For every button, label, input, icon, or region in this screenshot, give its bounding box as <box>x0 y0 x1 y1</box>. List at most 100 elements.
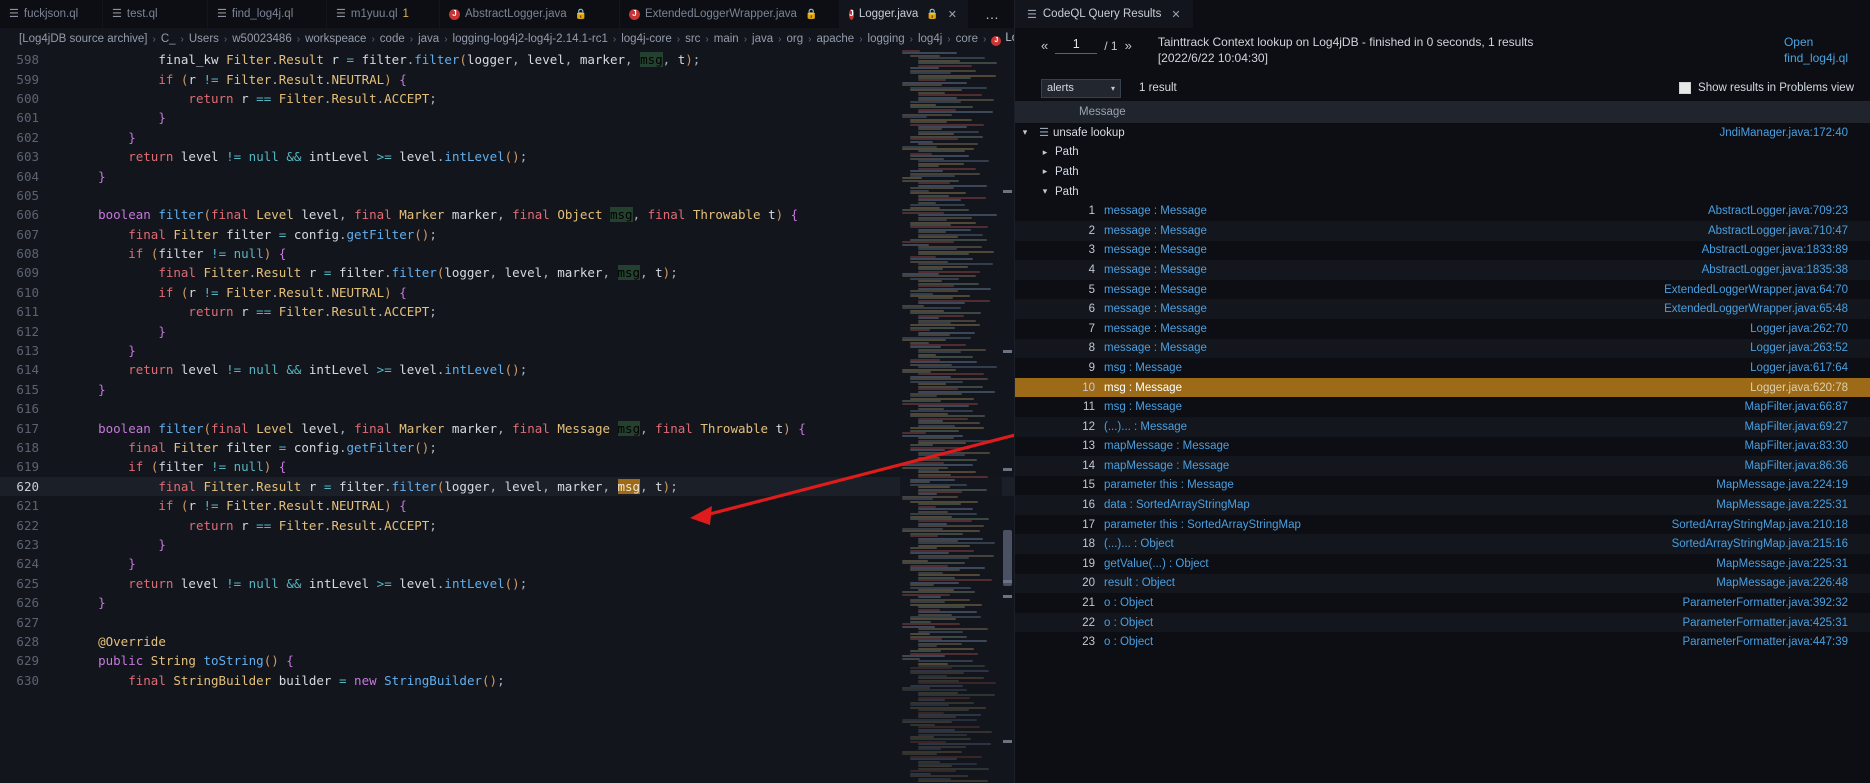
result-step-row[interactable]: 10 msg : Message Logger.java:620:78 <box>1015 377 1870 398</box>
step-location[interactable]: MapMessage.java:224:19 <box>1716 479 1870 491</box>
editor-actions-more[interactable]: … <box>971 0 1014 28</box>
code-line[interactable]: 606 boolean filter(final Level level, fi… <box>0 205 1014 224</box>
result-step-row[interactable]: 5 message : Message ExtendedLoggerWrapper.… <box>1015 280 1870 300</box>
code-content[interactable]: 598 final_kw Filter.Result r = filter.fi… <box>0 50 1014 783</box>
open-label[interactable]: Open <box>1784 34 1848 50</box>
code-line[interactable]: 627 <box>0 612 1014 631</box>
breadcrumb-item[interactable]: logging <box>868 33 905 45</box>
result-step-row[interactable]: 21 o : Object ParameterFormatter.java:392:… <box>1015 593 1870 613</box>
result-step-row[interactable]: 14 mapMessage : Message MapFilter.java:86:… <box>1015 456 1870 476</box>
result-step-row[interactable]: 11 msg : Message MapFilter.java:66:87 <box>1015 397 1870 417</box>
step-location[interactable]: Logger.java:262:70 <box>1750 323 1870 335</box>
result-path-row[interactable]: ▸ Path <box>1015 162 1870 182</box>
result-path-row[interactable]: ▾ Path <box>1015 182 1870 202</box>
code-line[interactable]: 617 boolean filter(final Level level, fi… <box>0 418 1014 437</box>
step-location[interactable]: AbstractLogger.java:710:47 <box>1708 225 1870 237</box>
breadcrumb-item[interactable]: apache <box>816 33 854 45</box>
step-location[interactable]: ExtendedLoggerWrapper.java:65:48 <box>1664 303 1870 315</box>
breadcrumb-item[interactable]: main <box>714 33 739 45</box>
code-line[interactable]: 600 return r == Filter.Result.ACCEPT; <box>0 89 1014 108</box>
result-alert-row[interactable]: ▾ ☰ unsafe lookup JndiManager.java:172:40 <box>1015 123 1870 143</box>
alert-location[interactable]: JndiManager.java:172:40 <box>1719 127 1870 139</box>
code-line[interactable]: 628 @Override <box>0 632 1014 651</box>
prev-page-button[interactable]: « <box>1041 38 1048 53</box>
code-line[interactable]: 624 } <box>0 554 1014 573</box>
result-step-row[interactable]: 4 message : Message AbstractLogger.java:18… <box>1015 260 1870 280</box>
step-location[interactable]: MapFilter.java:83:30 <box>1744 440 1870 452</box>
breadcrumb-item[interactable]: w50023486 <box>232 33 291 45</box>
code-line[interactable]: 629 public String toString() { <box>0 651 1014 670</box>
breadcrumb-item[interactable]: workspeace <box>305 33 366 45</box>
step-location[interactable]: MapMessage.java:225:31 <box>1716 558 1870 570</box>
open-file-name[interactable]: find_log4j.ql <box>1784 50 1848 66</box>
step-location[interactable]: MapMessage.java:226:48 <box>1716 577 1870 589</box>
chevron-right-icon[interactable]: ▸ <box>1035 147 1055 158</box>
code-line[interactable]: 610 if (r != Filter.Result.NEUTRAL) { <box>0 283 1014 302</box>
code-line[interactable]: 619 if (filter != null) { <box>0 457 1014 476</box>
result-step-row[interactable]: 15 parameter this : Message MapMessage.jav… <box>1015 476 1870 496</box>
step-location[interactable]: ParameterFormatter.java:392:32 <box>1682 597 1870 609</box>
chevron-down-icon[interactable]: ▾ <box>1035 186 1055 197</box>
breadcrumb-item[interactable]: log4j-core <box>621 33 672 45</box>
editor-tab-extendedloggerwrapper-java[interactable]: J ExtendedLoggerWrapper.java 🔒 <box>620 0 840 28</box>
breadcrumb[interactable]: [Log4jDB source archive] › C_ › Users › w50023… <box>0 28 1014 50</box>
step-location[interactable]: AbstractLogger.java:1833:89 <box>1702 244 1870 256</box>
editor-tab-fuckjson-ql[interactable]: ☰ fuckjson.ql <box>0 0 103 28</box>
breadcrumb-item[interactable]: log4j <box>918 33 942 45</box>
code-line[interactable]: 618 final Filter filter = config.getFilt… <box>0 438 1014 457</box>
code-line[interactable]: 598 final_kw Filter.Result r = filter.fi… <box>0 50 1014 69</box>
result-step-row[interactable]: 22 o : Object ParameterFormatter.java:425:… <box>1015 612 1870 633</box>
result-path-row[interactable]: ▸ Path <box>1015 143 1870 163</box>
code-line[interactable]: 612 } <box>0 321 1014 340</box>
breadcrumb-item[interactable]: [Log4jDB source archive] <box>19 33 147 45</box>
editor-tab-m1yuu-ql[interactable]: ☰ m1yuu.ql 1 <box>327 0 440 28</box>
code-line[interactable]: 609 final Filter.Result r = filter.filte… <box>0 263 1014 282</box>
step-location[interactable]: Logger.java:617:64 <box>1750 362 1870 374</box>
code-line[interactable]: 622 return r == Filter.Result.ACCEPT; <box>0 515 1014 534</box>
code-line[interactable]: 601 } <box>0 108 1014 127</box>
step-location[interactable]: MapFilter.java:69:27 <box>1744 421 1870 433</box>
code-line[interactable]: 614 return level != null && intLevel >= … <box>0 360 1014 379</box>
breadcrumb-item[interactable]: code <box>380 33 405 45</box>
minimap[interactable] <box>900 50 1002 783</box>
result-step-row[interactable]: 7 message : Message Logger.java:262:70 <box>1015 319 1870 339</box>
code-line[interactable]: 630 final StringBuilder builder = new St… <box>0 671 1014 690</box>
breadcrumb-item[interactable]: org <box>787 33 804 45</box>
next-page-button[interactable]: » <box>1125 38 1132 53</box>
tab-codeql-query-results[interactable]: ☰ CodeQL Query Results ✕ <box>1015 0 1194 28</box>
result-step-row[interactable]: 17 parameter this : SortedArrayStringMap S… <box>1015 515 1870 535</box>
result-step-row[interactable]: 3 message : Message AbstractLogger.java:18… <box>1015 241 1870 261</box>
result-step-row[interactable]: 6 message : Message ExtendedLoggerWrapper.… <box>1015 299 1870 319</box>
code-line[interactable]: 615 } <box>0 380 1014 399</box>
step-location[interactable]: AbstractLogger.java:1835:38 <box>1702 264 1870 276</box>
step-location[interactable]: Logger.java:263:52 <box>1750 342 1870 354</box>
chevron-right-icon[interactable]: ▸ <box>1035 166 1055 177</box>
step-location[interactable]: ExtendedLoggerWrapper.java:64:70 <box>1664 284 1870 296</box>
step-location[interactable]: AbstractLogger.java:709:23 <box>1708 205 1870 217</box>
step-location[interactable]: SortedArrayStringMap.java:215:16 <box>1672 538 1870 550</box>
editor-tab-abstractlogger-java[interactable]: J AbstractLogger.java 🔒 <box>440 0 620 28</box>
close-icon[interactable]: ✕ <box>948 8 957 21</box>
result-step-row[interactable]: 23 o : Object ParameterFormatter.java:447:… <box>1015 632 1870 652</box>
step-location[interactable]: MapFilter.java:66:87 <box>1744 401 1870 413</box>
code-line[interactable]: 616 <box>0 399 1014 418</box>
show-in-problems-toggle[interactable]: Show results in Problems view <box>1679 82 1854 94</box>
breadcrumb-item[interactable]: Users <box>189 33 219 45</box>
code-line[interactable]: 605 <box>0 186 1014 205</box>
breadcrumb-item[interactable]: java <box>752 33 773 45</box>
code-line[interactable]: 602 } <box>0 128 1014 147</box>
code-line[interactable]: 620 final Filter.Result r = filter.filte… <box>0 476 1014 496</box>
code-line[interactable]: 626 } <box>0 593 1014 612</box>
step-location[interactable]: ParameterFormatter.java:425:31 <box>1682 617 1870 629</box>
result-step-row[interactable]: 2 message : Message AbstractLogger.java:71… <box>1015 220 1870 241</box>
result-step-row[interactable]: 16 data : SortedArrayStringMap MapMessage.… <box>1015 495 1870 515</box>
step-location[interactable]: Logger.java:620:78 <box>1750 382 1870 394</box>
code-line[interactable]: 607 final Filter filter = config.getFilt… <box>0 225 1014 244</box>
breadcrumb-item[interactable]: src <box>685 33 700 45</box>
code-line[interactable]: 621 if (r != Filter.Result.NEUTRAL) { <box>0 496 1014 515</box>
editor-tab-test-ql[interactable]: ☰ test.ql <box>103 0 208 28</box>
open-query-link[interactable]: Open find_log4j.ql <box>1784 34 1848 66</box>
page-number-input[interactable] <box>1055 37 1098 54</box>
code-line[interactable]: 611 return r == Filter.Result.ACCEPT; <box>0 302 1014 321</box>
editor-tab-logger-java[interactable]: J Logger.java 🔒 ✕ <box>840 0 968 28</box>
